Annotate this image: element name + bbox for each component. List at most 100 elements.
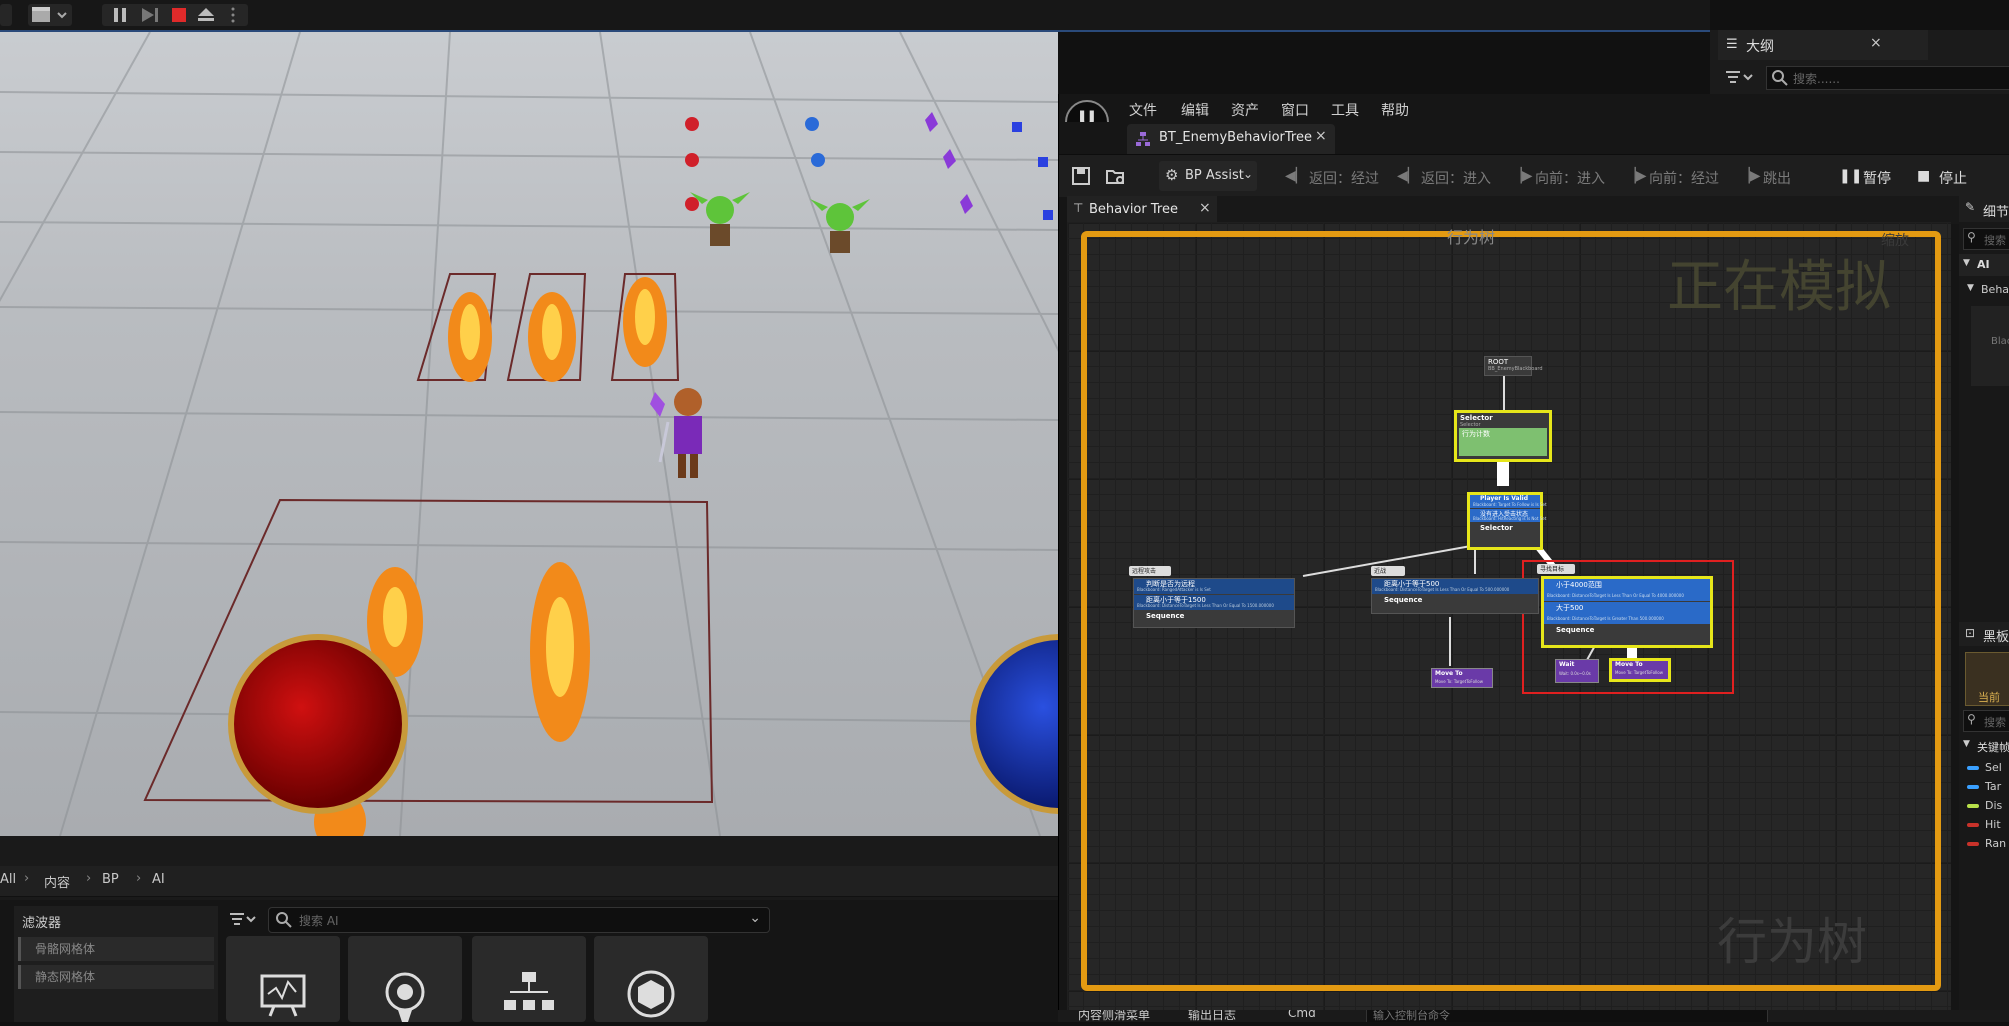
node-mid-decorator-2[interactable]: 没有进入受击状态 Blackboard: HitReacting is Is N… [1470,509,1546,522]
filter-dropdown-icon[interactable] [228,908,258,930]
cmd-dropdown[interactable]: Cmd [1288,1010,1316,1020]
category-behavior[interactable]: ▼ Behavi [1959,280,2009,300]
stop-icon: ■ [1917,168,1931,184]
asset-search-input[interactable]: 搜索 AI ⌄ [268,907,770,933]
node-left-decorator-2[interactable]: 距离小于等于1500 Blackboard: DistanceToTarget … [1134,595,1294,610]
console-input[interactable]: 输入控制台命令 [1366,1010,1768,1022]
node-left-comment[interactable]: 远程攻击 [1129,566,1171,576]
node-root[interactable]: ROOT BB_EnemyBlackboard [1484,356,1543,376]
node-wait[interactable]: Wait Wait: 0.0s~0.0s [1555,659,1599,683]
asset-tile-behavior-tree[interactable] [472,936,586,1022]
key-type-color-icon [1967,785,1979,789]
blackboard-key-item[interactable]: Ran [1967,836,2009,852]
back-into-button[interactable]: 返回：进入 [1421,168,1491,188]
menu-asset[interactable]: 资产 [1231,100,1259,120]
node-selector-decorator-label: 行为计数 [1462,430,1490,438]
node-right-sequence[interactable]: 小于4000范围 Blackboard: DistanceToTarget Is… [1541,576,1713,648]
blackboard-key-label: Ran [1985,837,2007,850]
node-center-sequence-title: Sequence [1384,596,1423,604]
filter-icon[interactable] [1724,66,1760,90]
frame-skip-icon[interactable] [142,8,158,22]
menu-tools[interactable]: 工具 [1331,100,1359,120]
close-icon[interactable]: × [1870,35,1882,51]
behavior-tree-graph[interactable]: 行为树 缩放 正在模拟 行为树 ROOT BB_EnemyBlackboard … [1067,222,1951,1022]
blackboard-asset-field-label: Blac [1991,336,2009,347]
node-center-comment-label: 近战 [1374,568,1387,575]
asset-tile-blackboard[interactable] [226,936,340,1022]
menu-file[interactable]: 文件 [1129,100,1157,120]
pause-icon[interactable] [114,8,126,22]
cinematics-button[interactable] [28,4,72,26]
details-search-input[interactable]: ⚲ 搜索 [1963,228,2009,250]
step-out-icon: ▕▶ [1739,168,1761,184]
eject-icon[interactable] [198,8,214,21]
toolbar-dropdown[interactable] [0,4,12,26]
node-right-comment[interactable]: 寻找目标 [1537,564,1575,574]
blackboard-key-item[interactable]: Hit [1967,817,2009,833]
blackboard-search-input[interactable]: ⚲ 搜索 [1963,710,2009,732]
forward-into-button[interactable]: 向前：进入 [1535,168,1605,188]
node-selector-top[interactable]: Selector Selector 行为计数 [1454,410,1552,462]
level-toolbar [0,0,1710,32]
asset-tab[interactable]: BT_EnemyBehaviorTree × [1127,124,1335,154]
node-left-decorator-1[interactable]: 判断是否为远程 Blackboard: RangedAttacker is Is… [1134,579,1294,594]
node-selector-decorator[interactable]: 行为计数 [1459,428,1547,456]
blackboard-asset-icon [260,974,306,1017]
node-mid-selector[interactable]: Player Is Valid Blackboard: Target To Fo… [1467,492,1547,550]
behavior-tree-icon [1136,132,1150,146]
save-icon[interactable] [1071,166,1091,186]
bp-assist-button[interactable]: ⚙ BP Assist ⌄ [1159,161,1257,191]
node-center-sequence[interactable]: 距离小于等于500 Blackboard: DistanceToTarget I… [1371,578,1539,614]
breadcrumb-content[interactable]: 内容 [44,872,70,891]
category-ai[interactable]: ▼ AI [1959,254,2009,276]
browse-folder-icon[interactable] [1105,166,1127,186]
breadcrumb-ai[interactable]: AI [152,872,165,887]
menu-edit[interactable]: 编辑 [1181,100,1209,120]
floor-grid [0,32,1058,836]
stop-icon[interactable] [172,8,186,22]
game-viewport[interactable] [0,32,1058,836]
node-right-decorator-1[interactable]: 小于4000范围 Blackboard: DistanceToTarget Is… [1544,579,1710,601]
node-center-moveto[interactable]: Move To Move To: TargetToFollow [1431,668,1493,688]
close-icon[interactable]: × [1315,128,1327,144]
node-left-decorator-1-sub: Blackboard: RangedAttacker is Is Set [1137,587,1211,592]
node-mid-selector-title: Selector [1480,524,1513,532]
blackboard-asset-field[interactable]: Blac [1971,306,2009,386]
blackboard-current-thumbnail[interactable]: 当前 [1965,652,2009,706]
node-right-moveto[interactable]: Move To Move To: TargetToFollow [1609,658,1671,682]
more-options-icon[interactable] [231,7,235,23]
node-center-decorator[interactable]: 距离小于等于500 Blackboard: DistanceToTarget I… [1372,579,1538,594]
step-out-button[interactable]: 跳出 [1763,168,1791,188]
asset-tile-ai-controller[interactable] [348,936,462,1022]
asset-tile-mesh[interactable] [594,936,708,1022]
blackboard-key-item[interactable]: Tar [1967,779,2009,795]
keys-category[interactable]: ▼ 关键帧 [1959,736,2009,756]
blackboard-key-item[interactable]: Sel [1967,760,2009,776]
details-tab[interactable]: ✎ 细节 [1959,196,2009,222]
back-over-button[interactable]: 返回：经过 [1309,168,1379,188]
pause-button[interactable]: 暂停 [1863,168,1891,188]
graph-tab[interactable]: ⊤ Behavior Tree × [1067,196,1217,224]
menu-window[interactable]: 窗口 [1281,100,1309,120]
output-log-button[interactable]: 输出日志 [1188,1010,1236,1022]
breadcrumb-all[interactable]: All [0,872,16,887]
node-mid-decorator-1[interactable]: Player Is Valid Blackboard: Target To Fo… [1470,495,1547,508]
content-drawer-button[interactable]: 内容侧滑菜单 [1078,1010,1150,1022]
node-left-sequence[interactable]: 判断是否为远程 Blackboard: RangedAttacker is Is… [1133,578,1295,628]
node-center-comment[interactable]: 近战 [1371,566,1405,576]
filter-static-mesh[interactable]: 静态网格体 [18,965,214,989]
blackboard-key-item[interactable]: Dis [1967,798,2009,814]
filter-skeletal-mesh[interactable]: 骨骼网格体 [18,937,214,961]
close-icon[interactable]: × [1199,200,1211,216]
outliner-search-input[interactable]: 搜索...... [1766,66,2009,90]
chevron-down-icon: ⌄ [1243,167,1254,181]
forward-over-button[interactable]: 向前：经过 [1649,168,1719,188]
node-right-decorator-2[interactable]: 大于500 Blackboard: DistanceToTarget Is Gr… [1544,602,1710,624]
breadcrumb-bp[interactable]: BP [102,872,119,887]
menu-help[interactable]: 帮助 [1381,100,1409,120]
behavior-tree-icon: ⊤ [1073,201,1084,215]
blackboard-tab[interactable]: ⊡ 黑板 [1959,622,2009,646]
category-behavior-label: Behavi [1981,283,2009,296]
stop-button[interactable]: 停止 [1939,168,1967,188]
outliner-tab[interactable]: ☰ 大纲 × [1718,30,1928,60]
